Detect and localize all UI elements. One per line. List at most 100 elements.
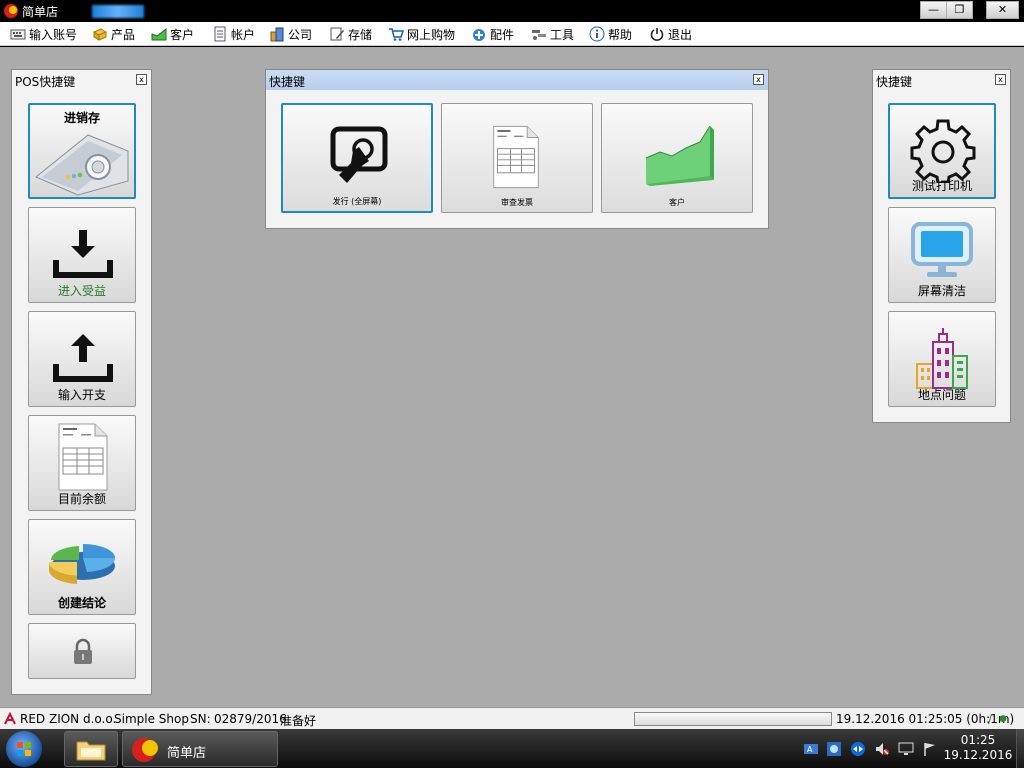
network-app-icon[interactable] xyxy=(826,741,842,757)
menu-customers[interactable]: 客户 xyxy=(151,25,194,43)
tile-create-report[interactable]: 创建结论 xyxy=(28,519,136,615)
green-chart-icon xyxy=(645,125,714,186)
shortcuts-panel-right: 快捷键 x 测试打印机 屏幕清洁 地点问题 xyxy=(872,69,1011,423)
folder-icon xyxy=(76,741,106,761)
menu-label: 网上购物 xyxy=(407,27,456,42)
workspace: POS快捷键 x 进销存 进入受益 输入开支 目前余额 创建结论 快捷键 x 发… xyxy=(0,47,1024,707)
tile-current-balance[interactable]: 目前余额 xyxy=(28,415,136,511)
menu-label: 退出 xyxy=(668,27,693,42)
action-center-flag-icon[interactable] xyxy=(922,741,938,757)
title-blur-region xyxy=(92,5,144,18)
edit-icon xyxy=(330,27,344,41)
menu-bar: 输入账号 产品 客户 帐户 公司 存储 网上购物 配件 工具 帮助 退出 xyxy=(0,22,1024,46)
info-icon xyxy=(589,26,605,42)
tile-test-printer[interactable]: 测试打印机 xyxy=(888,103,996,199)
menu-products[interactable]: 产品 xyxy=(92,25,135,43)
menu-input-account[interactable]: 输入账号 xyxy=(10,25,77,43)
tile-inventory[interactable]: 进销存 xyxy=(28,103,136,199)
tile-label: 目前余额 xyxy=(57,492,106,506)
menu-label: 存储 xyxy=(348,27,373,42)
chart-icon xyxy=(151,27,167,41)
status-bar: RED ZION d.o.o. Simple Shop SN: 02879/20… xyxy=(0,707,1024,729)
pos-terminal-icon xyxy=(35,134,129,196)
lock-icon xyxy=(74,638,92,664)
panel-close-button[interactable]: x xyxy=(753,74,764,85)
city-buildings-icon xyxy=(916,328,968,389)
tile-label: 发行 (全屏幕) xyxy=(332,197,382,206)
close-button[interactable]: ✕ xyxy=(986,1,1019,19)
svg-text:A: A xyxy=(807,745,813,754)
start-button[interactable] xyxy=(6,731,42,767)
progress-bar xyxy=(634,712,832,726)
restore-button[interactable]: ❐ xyxy=(946,1,973,19)
window-title: 简单店 xyxy=(22,5,59,19)
menu-label: 帮助 xyxy=(608,27,633,42)
minimize-button[interactable]: — xyxy=(920,1,947,19)
pie-chart-icon xyxy=(48,544,116,584)
tile-lock[interactable] xyxy=(28,623,136,679)
menu-storage[interactable]: 存储 xyxy=(329,25,372,43)
menu-tools[interactable]: 工具 xyxy=(531,25,574,43)
menu-company[interactable]: 公司 xyxy=(269,25,312,43)
clock-time: 01:25 xyxy=(960,733,996,747)
input-method-icon[interactable]: A xyxy=(803,741,819,757)
touch-screen-icon xyxy=(330,126,388,183)
tile-label: 进入受益 xyxy=(57,284,106,298)
show-desktop-button[interactable] xyxy=(1016,729,1024,768)
company-name: RED ZION d.o.o. xyxy=(20,712,117,726)
keyboard-icon xyxy=(10,29,26,40)
serial-label: SN: xyxy=(190,712,211,726)
tile-review-invoices[interactable]: 审查发票 xyxy=(441,103,593,213)
tile-enter-income[interactable]: 进入受益 xyxy=(28,207,136,303)
tile-location-issues[interactable]: 地点问题 xyxy=(888,311,996,407)
volume-muted-icon[interactable] xyxy=(874,741,890,757)
tile-enter-expense[interactable]: 输入开支 xyxy=(28,311,136,407)
plus-cloud-icon xyxy=(473,29,485,41)
taskbar-app-simple-shop[interactable]: 简单店 xyxy=(122,731,278,767)
tile-label: 屏幕清洁 xyxy=(917,284,966,298)
windows-logo-icon xyxy=(17,742,31,756)
invoice-icon xyxy=(493,125,539,189)
box-icon xyxy=(92,28,108,41)
menu-accounts[interactable]: 帐户 xyxy=(212,25,255,43)
menu-label: 输入账号 xyxy=(29,27,78,42)
tile-screen-cleaning[interactable]: 屏幕清洁 xyxy=(888,207,996,303)
menu-label: 客户 xyxy=(170,27,195,42)
status-separator: / xyxy=(988,712,993,726)
pos-shortcuts-panel: POS快捷键 x 进销存 进入受益 输入开支 目前余额 创建结论 xyxy=(11,69,152,695)
ready-status: 准备好 xyxy=(280,714,317,728)
tile-label: 地点问题 xyxy=(917,388,966,402)
monitor-tray-icon[interactable] xyxy=(898,741,914,757)
monitor-icon xyxy=(911,222,973,277)
panel-title: 快捷键 xyxy=(266,70,768,90)
panel-close-button[interactable]: x xyxy=(995,74,1006,85)
shortcuts-panel-center: 快捷键 x 发行 (全屏幕) 审查发票 客户 xyxy=(265,69,769,229)
gear-icon xyxy=(910,119,976,183)
tile-label: 输入开支 xyxy=(57,388,106,402)
taskbar: 简单店 A 01:25 19.12.2016 xyxy=(0,729,1024,768)
panel-close-button[interactable]: x xyxy=(136,74,147,85)
system-clock[interactable]: 01:25 19.12.2016 xyxy=(942,733,1014,763)
status-dot: ● xyxy=(999,714,1007,724)
tools-icon xyxy=(532,30,546,40)
cart-icon xyxy=(389,28,404,41)
panel-title: POS快捷键 xyxy=(15,75,76,89)
clock-date: 19.12.2016 xyxy=(943,748,1013,762)
menu-help[interactable]: 帮助 xyxy=(589,25,632,43)
menu-label: 配件 xyxy=(490,27,515,42)
menu-label: 帐户 xyxy=(231,27,256,42)
teamviewer-icon[interactable] xyxy=(850,741,866,757)
tile-issue-fullscreen[interactable]: 发行 (全屏幕) xyxy=(281,103,433,213)
app-logo-icon xyxy=(132,738,158,762)
menu-accessories[interactable]: 配件 xyxy=(471,25,514,43)
app-logo-icon xyxy=(4,4,18,18)
tile-label: 测试打印机 xyxy=(911,179,972,193)
panel-title: 快捷键 xyxy=(876,75,913,89)
menu-online-shopping[interactable]: 网上购物 xyxy=(388,25,455,43)
upload-tray-icon xyxy=(53,334,113,382)
tile-customers[interactable]: 客户 xyxy=(601,103,753,213)
taskbar-explorer[interactable] xyxy=(64,731,118,767)
menu-exit[interactable]: 退出 xyxy=(649,25,692,43)
menu-label: 公司 xyxy=(288,27,313,42)
download-tray-icon xyxy=(53,230,113,278)
